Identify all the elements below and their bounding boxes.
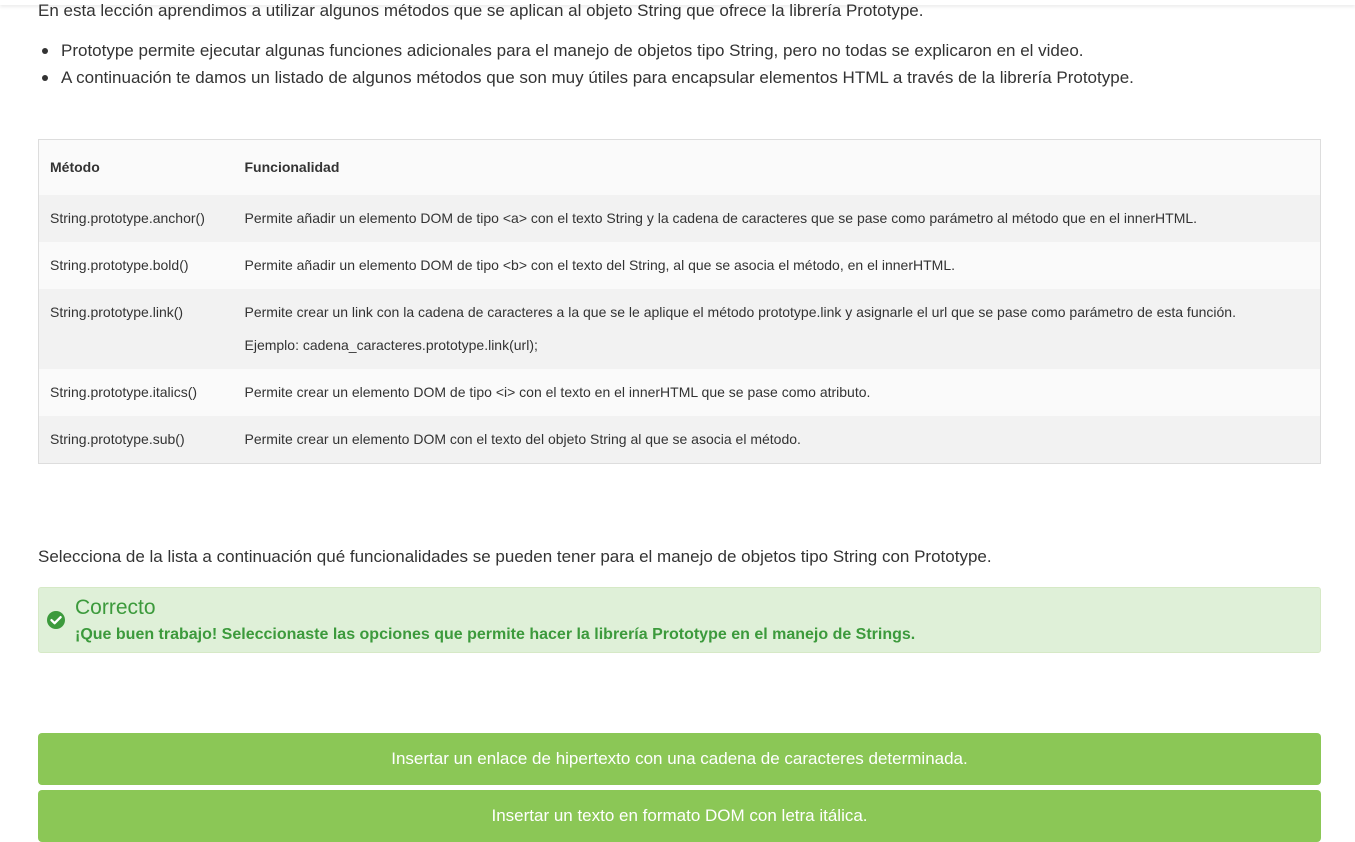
question-text: Selecciona de la lista a continuación qu… <box>38 547 992 566</box>
header-method: Método <box>38 139 234 195</box>
feedback-alert: Correcto ¡Que buen trabajo! Seleccionast… <box>38 587 1321 653</box>
method-cell: String.prototype.sub() <box>38 415 234 463</box>
methods-table: Método Funcionalidad String.prototype.an… <box>38 139 1321 464</box>
answer-option-link[interactable]: Insertar un enlace de hipertexto con una… <box>38 733 1321 785</box>
feedback-message: ¡Que buen trabajo! Seleccionaste las opc… <box>75 626 916 643</box>
answer-option-italics[interactable]: Insertar un texto en formato DOM con let… <box>38 790 1321 842</box>
check-circle-icon <box>47 611 65 629</box>
bullet-list: Prototype permite ejecutar algunas funci… <box>38 37 1134 91</box>
method-cell: String.prototype.link() <box>38 288 234 369</box>
method-cell: String.prototype.anchor() <box>38 194 234 242</box>
description-cell: Permite añadir un elemento DOM de tipo <… <box>233 194 1321 242</box>
table-row: String.prototype.italics() Permite crear… <box>38 368 1321 416</box>
table-row: String.prototype.bold() Permite añadir u… <box>38 241 1321 289</box>
table-row: String.prototype.sub() Permite crear un … <box>38 415 1321 463</box>
description-cell: Permite añadir un elemento DOM de tipo <… <box>233 241 1321 289</box>
feedback-title: Correcto <box>75 596 156 619</box>
description-cell: Permite crear un elemento DOM de tipo <i… <box>233 368 1321 416</box>
table-row: String.prototype.anchor() Permite añadir… <box>38 194 1321 242</box>
bullet-item: A continuación te damos un listado de al… <box>38 64 1134 91</box>
method-cell: String.prototype.italics() <box>38 368 234 416</box>
table-header-row: Método Funcionalidad <box>38 139 1321 195</box>
header-functionality: Funcionalidad <box>233 139 1321 195</box>
example-text: Ejemplo: cadena_caracteres.prototype.lin… <box>244 336 538 353</box>
intro-text: En esta lección aprendimos a utilizar al… <box>38 1 924 20</box>
table-row: String.prototype.link() Permite crear un… <box>38 288 1321 369</box>
method-cell: String.prototype.bold() <box>38 241 234 289</box>
description-text: Permite crear un link con la cadena de c… <box>244 303 1236 320</box>
bullet-item: Prototype permite ejecutar algunas funci… <box>38 37 1134 64</box>
description-cell: Permite crear un link con la cadena de c… <box>233 288 1321 369</box>
description-cell: Permite crear un elemento DOM con el tex… <box>233 415 1321 463</box>
